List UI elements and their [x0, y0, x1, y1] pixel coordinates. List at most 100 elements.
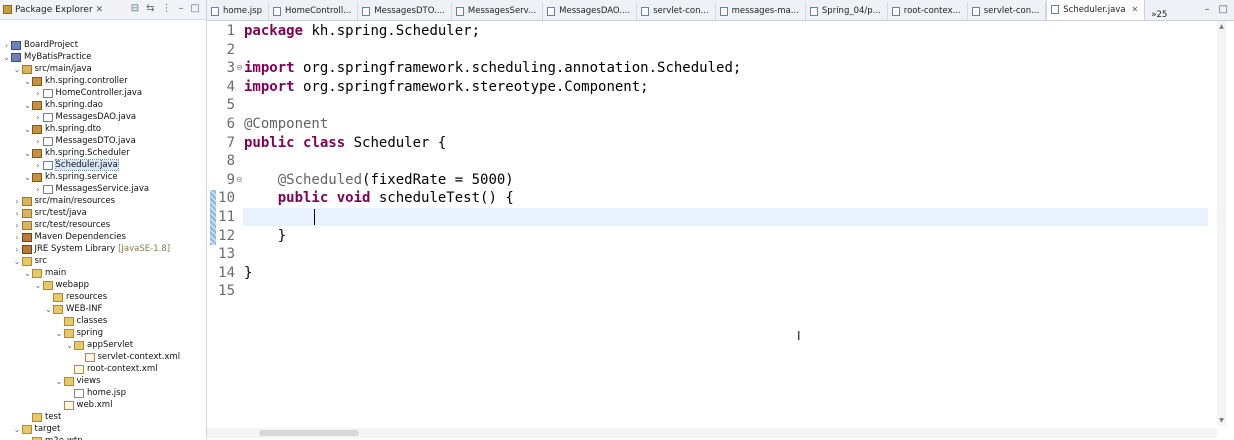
- maximize-icon[interactable]: □: [1219, 4, 1228, 15]
- chevron-down-icon[interactable]: ⌄: [23, 77, 32, 86]
- chevron-down-icon[interactable]: ⌄: [44, 305, 53, 314]
- tree-item[interactable]: › src/test/java: [0, 207, 86, 219]
- chevron-down-icon[interactable]: ⌄: [65, 341, 74, 350]
- chevron-down-icon[interactable]: ⌄: [13, 257, 22, 266]
- chevron-down-icon[interactable]: ⌄: [55, 377, 64, 386]
- chevron-down-icon[interactable]: ⌄: [23, 125, 32, 134]
- tree-item-label: MyBatisPractice: [24, 52, 92, 62]
- collapse-all-icon[interactable]: ⊟: [131, 3, 139, 14]
- tree-item[interactable]: › Maven Dependencies: [0, 231, 126, 243]
- minimize-icon[interactable]: –: [1205, 4, 1210, 15]
- close-tab-icon[interactable]: ✕: [1132, 5, 1139, 14]
- tree-item[interactable]: ⌄ main: [0, 267, 66, 279]
- chevron-down-icon[interactable]: ⌄: [13, 65, 22, 74]
- tree-item[interactable]: › Scheduler.java: [0, 159, 119, 171]
- editor-tab[interactable]: servlet-con...: [968, 2, 1047, 20]
- chevron-down-icon[interactable]: ⌄: [23, 149, 32, 158]
- tree-item-label: MessagesDTO.java: [55, 136, 136, 146]
- tree-item[interactable]: ⌄ kh.spring.dao: [0, 99, 103, 111]
- chevron-down-icon[interactable]: ⌄: [34, 281, 43, 290]
- editor-tab[interactable]: MessagesServ...: [452, 2, 544, 20]
- horizontal-scrollbar[interactable]: [207, 428, 1217, 438]
- chevron-down-icon[interactable]: ⌄: [2, 53, 11, 62]
- chevron-right-icon[interactable]: ›: [34, 137, 43, 146]
- tree-item[interactable]: › src/test/resources: [0, 219, 110, 231]
- chevron-right-icon[interactable]: ›: [23, 437, 32, 440]
- chevron-down-icon[interactable]: ⌄: [23, 269, 32, 278]
- tree-item[interactable]: ⌄ spring: [0, 327, 103, 339]
- tree-item[interactable]: ⌄ kh.spring.dto: [0, 123, 101, 135]
- chevron-right-icon[interactable]: ›: [13, 221, 22, 230]
- tree-item[interactable]: ⌄ kh.spring.Scheduler: [0, 147, 130, 159]
- chevron-right-icon[interactable]: ›: [34, 113, 43, 122]
- tree-item[interactable]: web.xml: [0, 399, 112, 411]
- tree-item-label: views: [76, 376, 101, 386]
- link-editor-icon[interactable]: ⇆: [146, 3, 154, 14]
- maximize-icon[interactable]: □: [191, 3, 200, 14]
- tree-item[interactable]: classes: [0, 315, 107, 327]
- tree-item[interactable]: › HomeController.java: [0, 87, 142, 99]
- chevron-down-icon[interactable]: ⌄: [23, 173, 32, 182]
- scroll-thumb[interactable]: [259, 430, 359, 436]
- tree-item[interactable]: ⌄ src: [0, 255, 47, 267]
- tree-item[interactable]: home.jsp: [0, 387, 126, 399]
- view-menu-icon[interactable]: ⋮: [162, 3, 172, 14]
- folder-icon: [63, 376, 74, 386]
- chevron-right-icon[interactable]: ›: [34, 161, 43, 170]
- tree-item[interactable]: resources: [0, 291, 107, 303]
- chevron-right-icon[interactable]: ›: [2, 41, 11, 50]
- tree-item[interactable]: ⌄ kh.spring.controller: [0, 75, 128, 87]
- tree-item[interactable]: ⌄ src/main/java: [0, 63, 92, 75]
- folder-icon: [32, 268, 42, 278]
- fold-toggle-icon[interactable]: ⊖: [236, 63, 243, 72]
- editor-tab-label: messages-ma...: [731, 6, 799, 16]
- chevron-right-icon[interactable]: ›: [13, 233, 22, 242]
- chevron-right-icon[interactable]: ›: [34, 185, 43, 194]
- tree-item[interactable]: ⌄ WEB-INF: [0, 303, 102, 315]
- tree-item[interactable]: › MessagesService.java: [0, 183, 149, 195]
- editor-tab[interactable]: messages-ma...: [716, 2, 806, 20]
- tree-item-label: test: [45, 412, 62, 422]
- editor-tab-active[interactable]: Scheduler.java ✕: [1046, 0, 1146, 20]
- code-editor[interactable]: 1 package kh.spring.Scheduler; 2 3 ⊖ import o…: [207, 21, 1217, 426]
- chevron-right-icon[interactable]: ›: [13, 245, 22, 254]
- scroll-up-icon[interactable]: ▲: [1217, 23, 1226, 30]
- vertical-scrollbar[interactable]: ▲ ▼: [1217, 21, 1226, 426]
- chevron-right-icon[interactable]: ›: [13, 209, 22, 218]
- editor-tab[interactable]: root-contex...: [888, 2, 968, 20]
- tree-item[interactable]: › m2e-wtp: [0, 435, 83, 440]
- tree-item[interactable]: › MessagesDTO.java: [0, 135, 136, 147]
- tree-item[interactable]: › src/main/resources: [0, 195, 115, 207]
- file-tab-icon: [362, 6, 371, 16]
- tree-item[interactable]: ⌄ appServlet: [0, 339, 133, 351]
- tree-item[interactable]: › BoardProject: [0, 39, 78, 51]
- tree-item[interactable]: ⌄ views: [0, 375, 101, 387]
- line-number: 14: [218, 264, 235, 281]
- tab-overflow-indicator[interactable]: »25: [1145, 10, 1173, 20]
- tree-item[interactable]: ⌄ webapp: [0, 279, 89, 291]
- tree-item[interactable]: › MessagesDAO.java: [0, 111, 136, 123]
- chevron-down-icon[interactable]: ⌄: [55, 329, 64, 338]
- chevron-down-icon[interactable]: ⌄: [23, 101, 32, 110]
- tree-item[interactable]: servlet-context.xml: [0, 351, 180, 363]
- chevron-down-icon[interactable]: ⌄: [13, 425, 22, 434]
- chevron-right-icon[interactable]: ›: [13, 197, 22, 206]
- tree-item[interactable]: ⌄ kh.spring.service: [0, 171, 117, 183]
- package-explorer-title[interactable]: Package Explorer: [15, 5, 93, 15]
- editor-tab[interactable]: MessagesDAO....: [543, 2, 638, 20]
- editor-tab[interactable]: MessagesDTO....: [358, 2, 452, 20]
- tree-item[interactable]: ⌄ MyBatisPractice: [0, 51, 91, 63]
- tree-item[interactable]: ⌄ target: [0, 423, 61, 435]
- chevron-right-icon[interactable]: ›: [34, 89, 43, 98]
- tree-item[interactable]: test: [0, 411, 61, 423]
- tree-item[interactable]: root-context.xml: [0, 363, 158, 375]
- editor-tab[interactable]: Spring_04/p...: [806, 2, 888, 20]
- scroll-down-icon[interactable]: ▼: [1217, 417, 1226, 424]
- editor-tab[interactable]: HomeControll...: [269, 2, 359, 20]
- fold-toggle-icon[interactable]: ⊖: [236, 175, 243, 184]
- tree-item[interactable]: › JRE System Library [JavaSE-1.8]: [0, 243, 170, 255]
- editor-tab[interactable]: home.jsp: [207, 2, 269, 20]
- minimize-icon[interactable]: –: [179, 3, 184, 14]
- close-icon[interactable]: ✕: [96, 5, 104, 15]
- editor-tab[interactable]: servlet-con...: [637, 2, 716, 20]
